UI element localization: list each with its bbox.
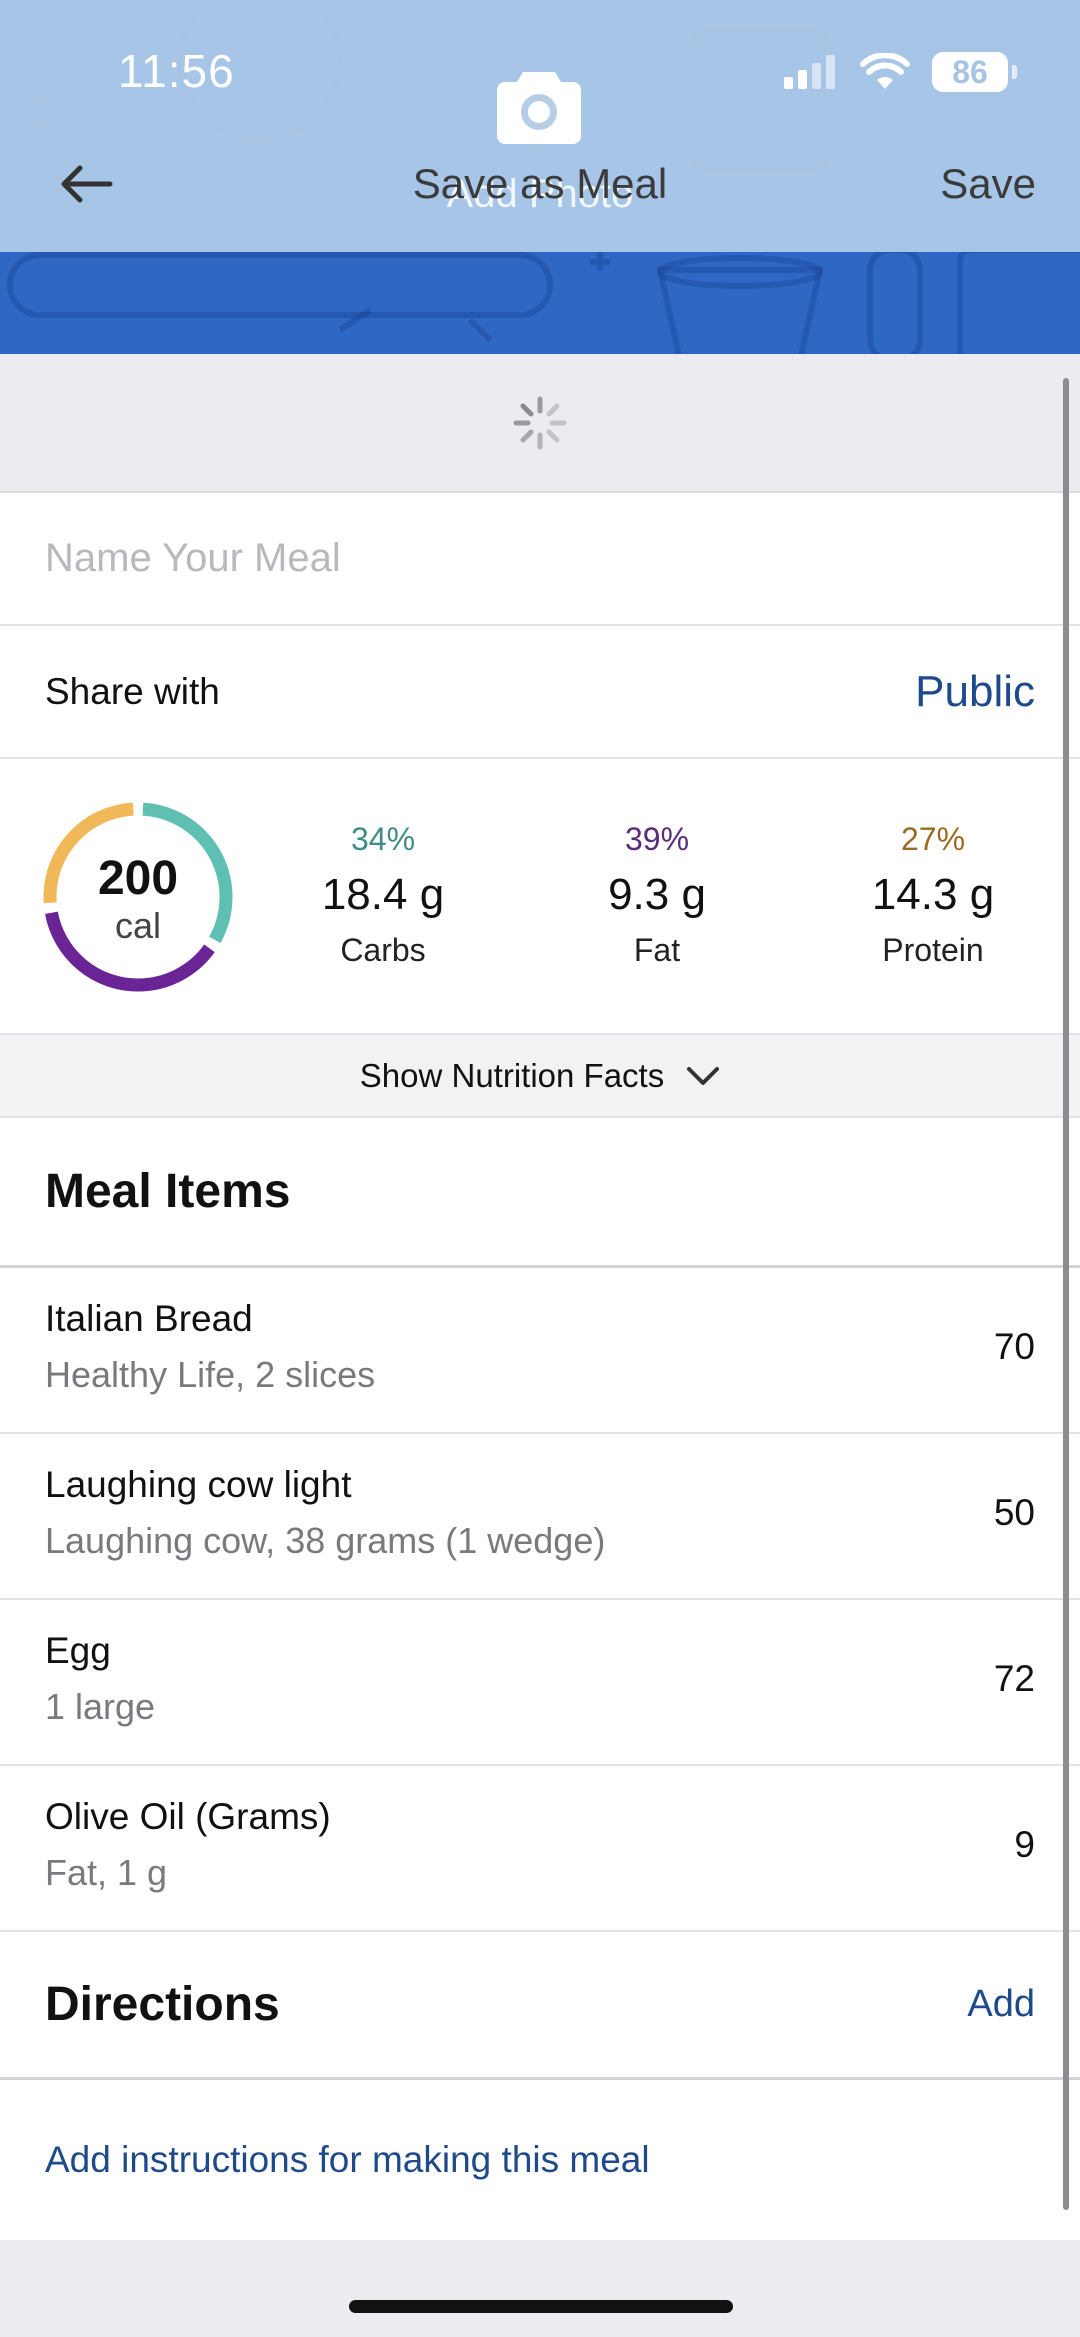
macro-protein: 27% 14.3 g Protein — [823, 821, 1043, 969]
macro-grams: 14.3 g — [871, 870, 995, 919]
battery-indicator: 86 — [932, 52, 1017, 92]
photo-loading-area — [0, 354, 1080, 493]
meal-item-name: Egg — [45, 1630, 111, 1671]
meal-item-detail: Healthy Life, 2 slices — [45, 1354, 376, 1395]
nutrition-summary: 200 cal 34% 18.4 g Carbs 39% 9.3 g Fat 2… — [0, 759, 1080, 1035]
macro-carbs: 34% 18.4 g Carbs — [273, 821, 493, 969]
share-with-label: Share with — [45, 670, 220, 712]
meal-item-calories: 72 — [993, 1658, 1035, 1699]
home-indicator[interactable] — [349, 2300, 733, 2313]
meal-item-calories: 70 — [993, 1326, 1035, 1367]
page-title: Save as Meal — [412, 160, 668, 207]
directions-header: Directions Add — [0, 1932, 1080, 2080]
add-instructions-link[interactable]: Add instructions for making this meal — [45, 2139, 650, 2181]
show-nutrition-facts-label: Show Nutrition Facts — [359, 1056, 665, 1094]
status-time: 11:56 — [118, 45, 235, 97]
meal-item-row[interactable]: Laughing cow light Laughing cow, 38 gram… — [0, 1434, 1080, 1600]
macro-name: Protein — [882, 932, 984, 968]
meal-item-calories: 50 — [993, 1492, 1035, 1533]
macro-name: Fat — [633, 932, 681, 968]
chevron-down-icon — [687, 1066, 720, 1085]
meal-item-name: Laughing cow light — [45, 1464, 352, 1505]
meal-items-title: Meal Items — [45, 1165, 291, 1218]
share-with-row[interactable]: Share with Public — [0, 626, 1080, 759]
show-nutrition-facts-button[interactable]: Show Nutrition Facts — [0, 1035, 1080, 1118]
loading-spinner-icon — [513, 396, 567, 449]
meal-item-detail: Fat, 1 g — [45, 1852, 168, 1893]
calorie-unit: cal — [114, 905, 162, 946]
macro-fat: 39% 9.3 g Fat — [547, 821, 767, 969]
meal-item-name: Italian Bread — [45, 1298, 253, 1339]
scrollbar[interactable] — [1063, 378, 1069, 2210]
meal-name-row[interactable] — [0, 493, 1080, 626]
macro-percent: 27% — [900, 821, 966, 857]
meal-items-header: Meal Items — [0, 1118, 1080, 1268]
meal-item-detail: Laughing cow, 38 grams (1 wedge) — [45, 1520, 606, 1561]
meal-item-row[interactable]: Egg 1 large 72 — [0, 1600, 1080, 1766]
macro-grams: 18.4 g — [321, 870, 445, 919]
cellular-signal-icon — [784, 55, 835, 89]
meal-name-input[interactable] — [45, 536, 945, 581]
macro-name: Carbs — [340, 932, 426, 968]
macro-grams: 9.3 g — [608, 870, 706, 919]
status-icons: 86 — [784, 48, 1017, 96]
calorie-total: 200 — [97, 852, 179, 905]
meal-item-detail: 1 large — [45, 1686, 156, 1727]
wifi-icon — [860, 53, 910, 89]
save-button[interactable]: Save — [940, 160, 1036, 208]
add-directions-button[interactable]: Add — [967, 1983, 1035, 2026]
instructions-row[interactable]: Add instructions for making this meal — [0, 2080, 1080, 2240]
share-visibility-value[interactable]: Public — [915, 667, 1035, 717]
meal-item-row[interactable]: Italian Bread Healthy Life, 2 slices 70 — [0, 1268, 1080, 1434]
meal-item-name: Olive Oil (Grams) — [45, 1796, 331, 1837]
macro-percent: 39% — [624, 821, 690, 857]
macro-percent: 34% — [350, 821, 416, 857]
camera-icon[interactable] — [495, 62, 583, 146]
directions-title: Directions — [45, 1978, 280, 2031]
photo-header[interactable]: Add Photo 11:56 86 Save as Meal Save — [0, 0, 1080, 354]
meal-item-calories: 9 — [1014, 1824, 1035, 1865]
meal-item-row[interactable]: Olive Oil (Grams) Fat, 1 g 9 — [0, 1766, 1080, 1932]
